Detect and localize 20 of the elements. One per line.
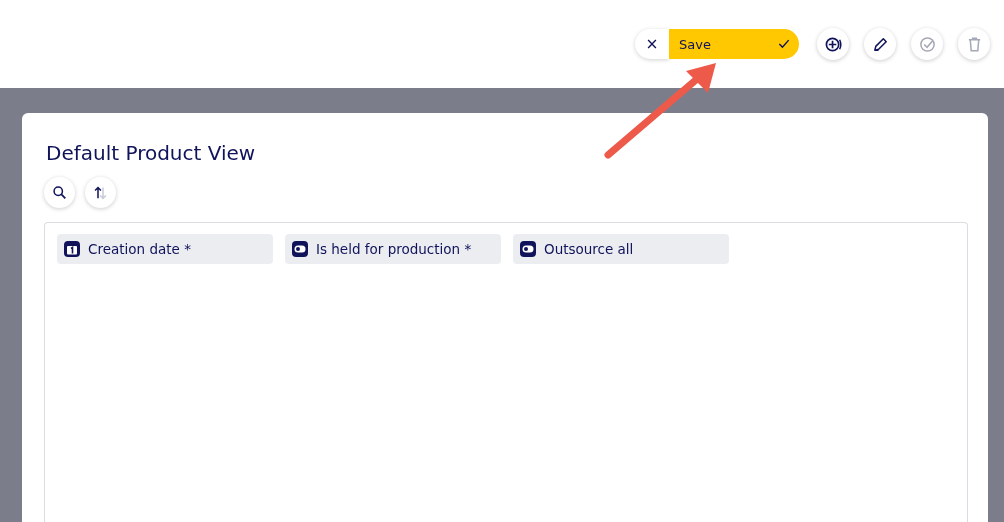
calendar-icon xyxy=(63,240,81,258)
sort-icon xyxy=(93,185,108,200)
field-chip[interactable]: Creation date * xyxy=(57,234,273,264)
field-chip[interactable]: Outsource all xyxy=(513,234,729,264)
cancel-button[interactable] xyxy=(635,29,669,59)
field-chip[interactable]: Is held for production * xyxy=(285,234,501,264)
toggle-icon xyxy=(519,240,537,258)
check-icon xyxy=(777,37,791,51)
save-button[interactable]: Save xyxy=(669,29,799,59)
close-icon xyxy=(645,37,659,51)
check-circle-icon xyxy=(918,35,936,53)
toggle-icon xyxy=(291,240,309,258)
search-button[interactable] xyxy=(44,177,75,208)
add-circle-icon xyxy=(824,35,842,53)
sort-button[interactable] xyxy=(85,177,116,208)
pencil-icon xyxy=(871,35,889,53)
view-title: Default Product View xyxy=(46,141,257,165)
toolbar-button[interactable] xyxy=(817,28,849,60)
search-icon xyxy=(52,185,67,200)
toolbar-button[interactable] xyxy=(864,28,896,60)
